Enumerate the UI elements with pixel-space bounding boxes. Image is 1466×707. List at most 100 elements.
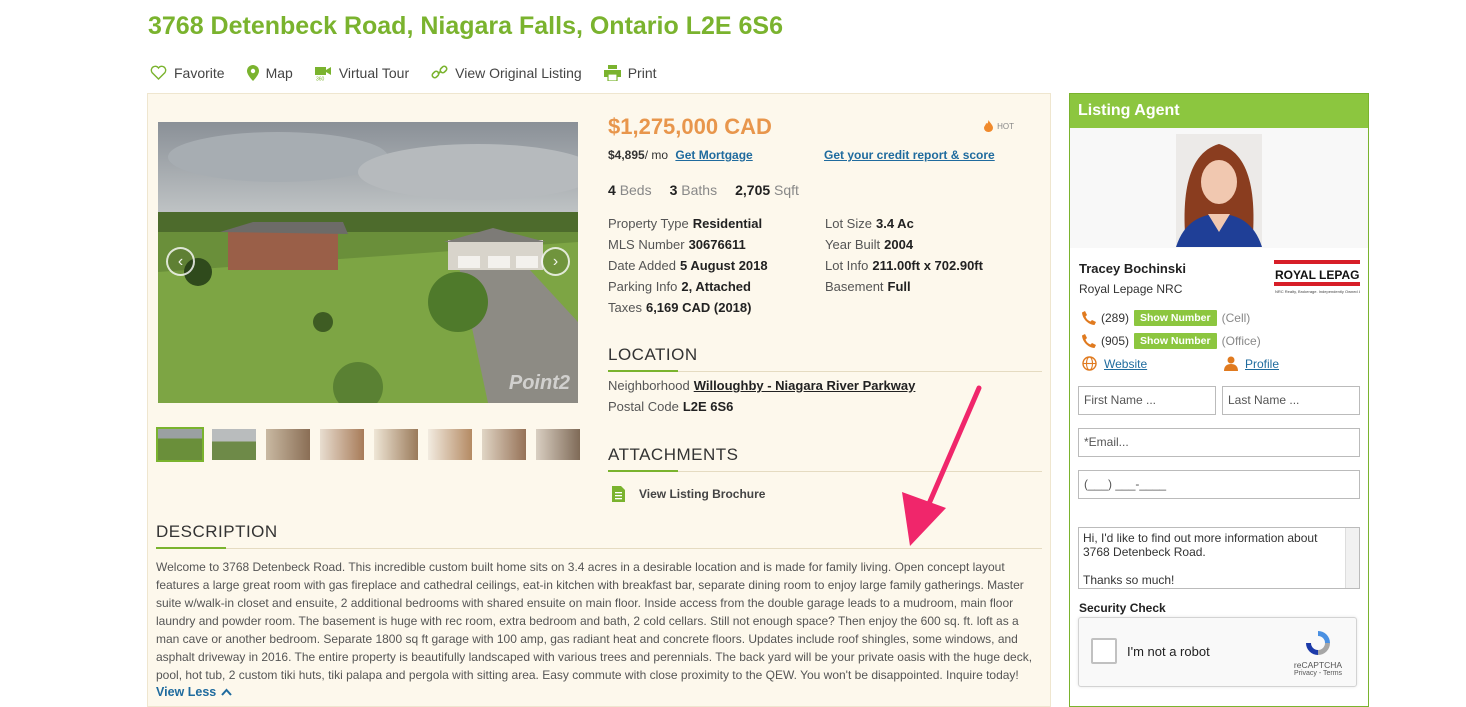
recaptcha-icon [1306, 631, 1330, 655]
listing-details: $1,275,000 CAD HOT $4,895/ mo Get Mortga… [608, 114, 1044, 502]
recaptcha-brand: reCAPTCHA [1293, 660, 1343, 670]
fact-year-built: Year Built 2004 [825, 237, 914, 252]
house-aerial-photo [158, 122, 578, 403]
message-text: Hi, I'd like to find out more informatio… [1083, 531, 1318, 587]
listing-photo[interactable]: ‹ › Point2 [158, 122, 578, 403]
get-mortgage-link[interactable]: Get Mortgage [675, 148, 752, 162]
map-label: Map [265, 64, 293, 81]
photo-thumbnails [156, 427, 582, 462]
baths-label: Baths [681, 182, 718, 198]
recaptcha-links[interactable]: Privacy - Terms [1290, 670, 1346, 677]
view-less-button[interactable]: View Less [156, 685, 1042, 699]
svg-text:NRC Realty, Brokerage. Indepen: NRC Realty, Brokerage. Independently Own… [1275, 289, 1360, 294]
textarea-scrollbar[interactable] [1345, 528, 1359, 588]
fact-date-added: Date Added 5 August 2018 [608, 258, 768, 273]
user-icon [1224, 356, 1238, 371]
recaptcha-widget: I'm not a robot reCAPTCHA Privacy - Term… [1078, 617, 1357, 687]
thumbnail[interactable] [210, 427, 258, 462]
favorite-label: Favorite [174, 64, 225, 81]
map-button[interactable]: Map [246, 64, 293, 81]
agent-company: Royal Lepage NRC [1079, 282, 1183, 296]
thumbnail[interactable] [534, 427, 582, 462]
globe-icon [1082, 356, 1097, 371]
monthly-payment: $4,895/ mo Get Mortgage [608, 148, 753, 162]
monthly-amount: $4,895 [608, 148, 645, 162]
svg-text:360: 360 [316, 76, 325, 81]
phone-input[interactable]: (___) ___-____ [1078, 470, 1360, 499]
beds-label: Beds [619, 182, 652, 198]
fact-taxes: Taxes 6,169 CAD (2018) [608, 300, 752, 315]
location-heading: LOCATION [608, 345, 1042, 372]
flame-icon [984, 120, 994, 132]
virtual-tour-label: Virtual Tour [338, 64, 410, 81]
photo-watermark: Point2 [508, 372, 570, 394]
fact-lot-size: Lot Size 3.4 Ac [825, 216, 914, 231]
agent-photo [1176, 134, 1262, 247]
last-name-input[interactable]: Last Name ... [1222, 386, 1360, 415]
virtual-tour-button[interactable]: 360 Virtual Tour [314, 64, 410, 81]
listing-price: $1,275,000 CAD [608, 114, 772, 139]
thumbnail[interactable] [426, 427, 474, 462]
view-original-listing-button[interactable]: View Original Listing [431, 64, 582, 81]
profile-link[interactable]: Profile [1224, 356, 1279, 371]
fact-property-type: Property Type Residential [608, 216, 763, 231]
show-cell-number-button[interactable]: Show Number [1134, 310, 1217, 326]
fact-basement: Basement Full [825, 279, 911, 294]
email-input[interactable]: *Email... [1078, 428, 1360, 457]
cell-phone-row: (289) Show Number (Cell) [1082, 310, 1250, 326]
previous-photo-button[interactable]: ‹ [166, 247, 195, 276]
beds-baths-sqft: 4 Beds 3 Baths 2,705 Sqft [608, 182, 799, 198]
listing-title: 3768 Detenbeck Road, Niagara Falls, Onta… [148, 12, 783, 40]
print-button[interactable]: Print [603, 64, 657, 81]
thumbnail[interactable] [480, 427, 528, 462]
heart-icon [150, 65, 167, 80]
chevron-left-icon: ‹ [177, 252, 184, 270]
baths-count: 3 [669, 182, 678, 198]
recaptcha-label: I'm not a robot [1127, 644, 1210, 659]
chevron-right-icon: › [552, 252, 559, 270]
favorite-button[interactable]: Favorite [150, 64, 225, 81]
fact-lot-info: Lot Info 211.00ft x 702.90ft [825, 258, 983, 273]
office-phone-row: (905) Show Number (Office) [1082, 333, 1261, 349]
video-360-icon: 360 [314, 66, 331, 81]
agent-name: Tracey Bochinski [1079, 261, 1186, 276]
phone-icon [1082, 311, 1096, 325]
svg-text:ROYAL LEPAGE: ROYAL LEPAGE [1275, 268, 1360, 282]
sqft-count: 2,705 [735, 182, 771, 198]
agent-photo-area [1070, 128, 1368, 248]
credit-report-link[interactable]: Get your credit report & score [824, 148, 995, 162]
fact-parking-info: Parking Info 2, Attached [608, 279, 751, 294]
chevron-up-icon [221, 688, 232, 696]
website-link[interactable]: Website [1082, 356, 1147, 371]
security-check-label: Security Check [1079, 601, 1166, 615]
document-icon [612, 486, 625, 502]
thumbnail[interactable] [156, 427, 204, 462]
printer-icon [603, 64, 621, 81]
view-original-listing-label: View Original Listing [455, 64, 582, 81]
monthly-unit: / mo [644, 148, 669, 162]
phone-icon [1082, 334, 1096, 348]
first-name-input[interactable]: First Name ... [1078, 386, 1216, 415]
next-photo-button[interactable]: › [541, 247, 570, 276]
beds-count: 4 [608, 182, 616, 198]
annotation-arrow-icon [902, 385, 982, 546]
print-label: Print [627, 64, 657, 81]
thumbnail[interactable] [264, 427, 312, 462]
description-text: Welcome to 3768 Detenbeck Road. This inc… [156, 560, 1033, 682]
fact-mls-number: MLS Number 30676611 [608, 237, 746, 252]
link-icon [431, 65, 448, 79]
listing-actions: Favorite Map 360 Virtual Tour View Origi… [150, 64, 679, 81]
sqft-label: Sqft [774, 182, 799, 198]
listing-agent-panel: Listing Agent Tracey Bochinski Royal Lep… [1069, 93, 1369, 707]
map-pin-icon [246, 64, 259, 81]
recaptcha-checkbox[interactable] [1091, 638, 1117, 664]
thumbnail[interactable] [372, 427, 420, 462]
brochure-label: View Listing Brochure [639, 487, 766, 501]
royal-lepage-logo: ROYAL LEPAGE NRC Realty, Brokerage. Inde… [1274, 260, 1360, 294]
agent-panel-heading: Listing Agent [1070, 94, 1368, 128]
show-office-number-button[interactable]: Show Number [1134, 333, 1217, 349]
recaptcha-logo: reCAPTCHA Privacy - Terms [1290, 628, 1346, 677]
message-textarea[interactable]: Hi, I'd like to find out more informatio… [1078, 527, 1360, 589]
thumbnail[interactable] [318, 427, 366, 462]
hot-badge: HOT [984, 120, 1014, 132]
